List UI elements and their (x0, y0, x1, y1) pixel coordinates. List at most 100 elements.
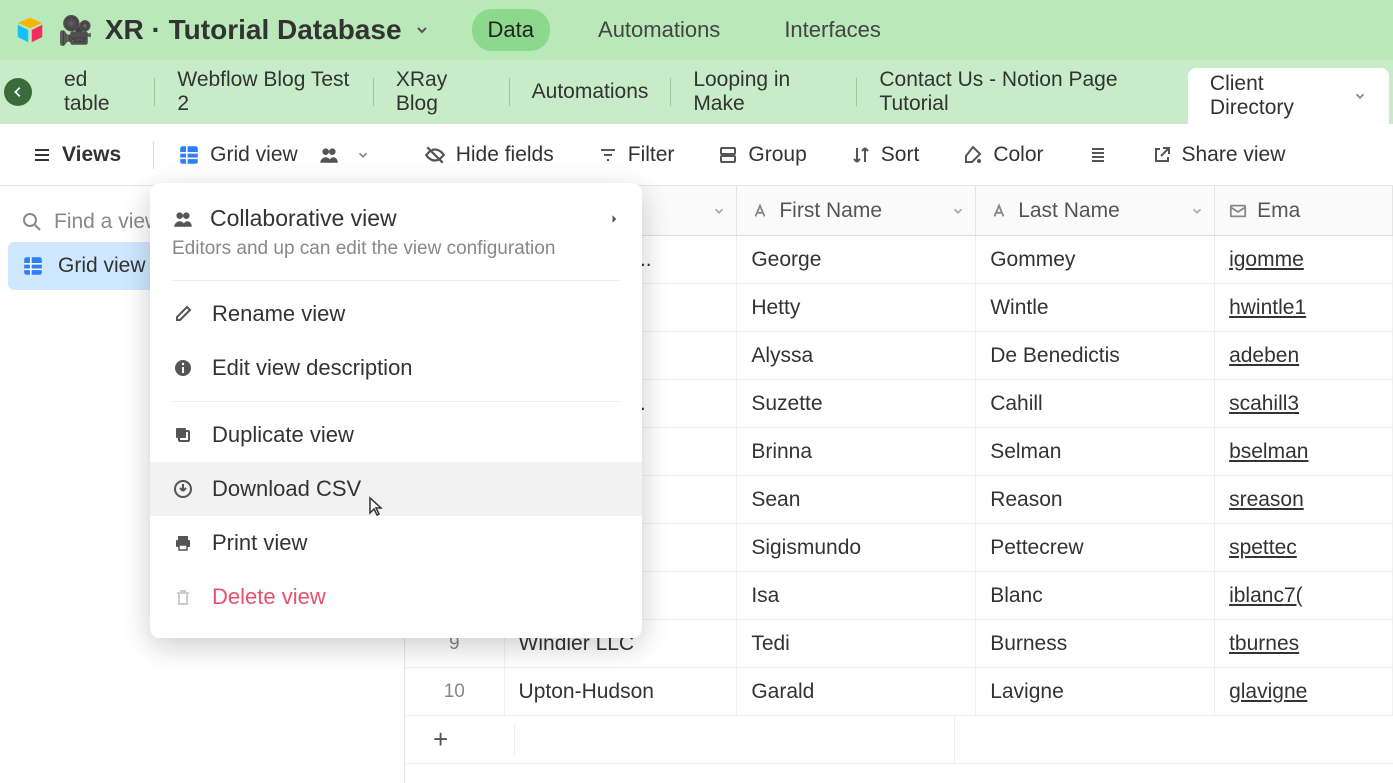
cell-last-name[interactable]: Lavigne (976, 668, 1215, 715)
chevron-down-icon[interactable] (356, 148, 370, 162)
base-title[interactable]: 🎥 XR · Tutorial Database (58, 14, 430, 47)
view-options-dropdown: Collaborative view Editors and up can ed… (150, 183, 642, 638)
share-view-button[interactable]: Share view (1140, 137, 1298, 173)
tab-webflow-blog[interactable]: Webflow Blog Test 2 (155, 60, 373, 124)
cell-first-name[interactable]: Suzette (737, 380, 976, 427)
add-row-button[interactable]: + (405, 724, 515, 755)
col-header-first-name[interactable]: First Name (737, 186, 976, 235)
row-height-button[interactable] (1076, 139, 1120, 171)
menu-label: Download CSV (212, 476, 361, 502)
menu-download-csv[interactable]: Download CSV (150, 462, 642, 516)
menu-print-view[interactable]: Print view (150, 516, 642, 570)
cell-last-name[interactable]: De Benedictis (976, 332, 1215, 379)
col-header-last-name[interactable]: Last Name (976, 186, 1215, 235)
cell-last-name[interactable]: Gommey (976, 236, 1215, 283)
cell-last-name[interactable]: Wintle (976, 284, 1215, 331)
chevron-right-icon (608, 213, 620, 225)
gridview-button[interactable]: Grid view (166, 137, 382, 173)
cell-first-name[interactable]: Brinna (737, 428, 976, 475)
cell-last-name[interactable]: Selman (976, 428, 1215, 475)
cell-first-name[interactable]: Sigismundo (737, 524, 976, 571)
chevron-down-icon[interactable] (1190, 204, 1204, 218)
text-type-icon (990, 202, 1008, 220)
chevron-down-icon[interactable] (951, 204, 965, 218)
grid-icon (178, 144, 200, 166)
row-number: 10 (405, 668, 505, 715)
cell-email[interactable]: sreason (1215, 476, 1393, 523)
cell-email[interactable]: iblanc7( (1215, 572, 1393, 619)
menu-label: Delete view (212, 584, 326, 610)
filter-label: Filter (628, 143, 675, 167)
back-button[interactable] (4, 78, 32, 106)
add-row: + (405, 716, 1393, 764)
dropdown-subtext: Editors and up can edit the view configu… (150, 236, 642, 274)
cell-email[interactable]: spettec (1215, 524, 1393, 571)
chevron-down-icon[interactable] (712, 204, 726, 218)
download-icon (172, 479, 194, 499)
dropdown-header[interactable]: Collaborative view (150, 197, 642, 236)
menu-delete-view[interactable]: Delete view (150, 570, 642, 624)
cell-email[interactable]: igomme (1215, 236, 1393, 283)
paint-icon (963, 145, 983, 165)
nav-automations[interactable]: Automations (582, 9, 736, 51)
cell-company[interactable]: Upton-Hudson (505, 668, 738, 715)
cell-email[interactable]: bselman (1215, 428, 1393, 475)
views-button[interactable]: Views (20, 137, 133, 173)
col-label: Last Name (1018, 199, 1120, 223)
nav-data[interactable]: Data (472, 9, 550, 51)
tab-xray-blog[interactable]: XRay Blog (374, 60, 509, 124)
menu-rename-view[interactable]: Rename view (150, 287, 642, 341)
hide-fields-button[interactable]: Hide fields (412, 137, 566, 173)
share-label: Share view (1182, 143, 1286, 167)
menu-edit-description[interactable]: Edit view description (150, 341, 642, 395)
filter-button[interactable]: Filter (586, 137, 687, 173)
sort-button[interactable]: Sort (839, 137, 932, 173)
chevron-down-icon[interactable] (414, 22, 430, 38)
cell-first-name[interactable]: Tedi (737, 620, 976, 667)
menu-duplicate-view[interactable]: Duplicate view (150, 408, 642, 462)
tab-automations[interactable]: Automations (510, 60, 671, 124)
cell-first-name[interactable]: Sean (737, 476, 976, 523)
divider (172, 401, 620, 402)
cell-email[interactable]: glavigne (1215, 668, 1393, 715)
grid-icon (22, 255, 44, 277)
cell-first-name[interactable]: Hetty (737, 284, 976, 331)
group-button[interactable]: Group (706, 137, 818, 173)
search-placeholder: Find a view (54, 210, 160, 234)
cell-email[interactable]: adeben (1215, 332, 1393, 379)
cell-email[interactable]: tburnes (1215, 620, 1393, 667)
menu-icon (32, 145, 52, 165)
search-icon (22, 212, 42, 232)
col-header-email[interactable]: Ema (1215, 186, 1393, 235)
cell-email[interactable]: scahill3 (1215, 380, 1393, 427)
base-name-text: XR · Tutorial Database (105, 14, 402, 46)
sort-icon (851, 145, 871, 165)
cell-email[interactable]: hwintle1 (1215, 284, 1393, 331)
sidebar-view-label: Grid view (58, 254, 146, 278)
menu-label: Print view (212, 530, 307, 556)
cell-last-name[interactable]: Cahill (976, 380, 1215, 427)
nav-tabs: Data Automations Interfaces (472, 9, 897, 51)
cell-last-name[interactable]: Reason (976, 476, 1215, 523)
filter-icon (598, 145, 618, 165)
people-icon (172, 207, 194, 231)
row-height-icon (1088, 145, 1108, 165)
cell-last-name[interactable]: Blanc (976, 572, 1215, 619)
table-row[interactable]: 10Upton-HudsonGaraldLavigneglavigne (405, 668, 1393, 716)
tab-looping-make[interactable]: Looping in Make (671, 60, 856, 124)
cell-first-name[interactable]: George (737, 236, 976, 283)
tab-client-directory[interactable]: Client Directory (1188, 68, 1389, 124)
cell-last-name[interactable]: Pettecrew (976, 524, 1215, 571)
cell-last-name[interactable]: Burness (976, 620, 1215, 667)
pencil-icon (172, 304, 194, 324)
nav-interfaces[interactable]: Interfaces (768, 9, 897, 51)
tab-ed-table[interactable]: ed table (42, 60, 154, 124)
cell-first-name[interactable]: Isa (737, 572, 976, 619)
cell-first-name[interactable]: Alyssa (737, 332, 976, 379)
color-button[interactable]: Color (951, 137, 1055, 173)
tab-contact-notion[interactable]: Contact Us - Notion Page Tutorial (857, 60, 1188, 124)
hide-fields-label: Hide fields (456, 143, 554, 167)
chevron-down-icon[interactable] (1353, 89, 1367, 103)
cell-first-name[interactable]: Garald (737, 668, 976, 715)
menu-label: Edit view description (212, 355, 413, 381)
